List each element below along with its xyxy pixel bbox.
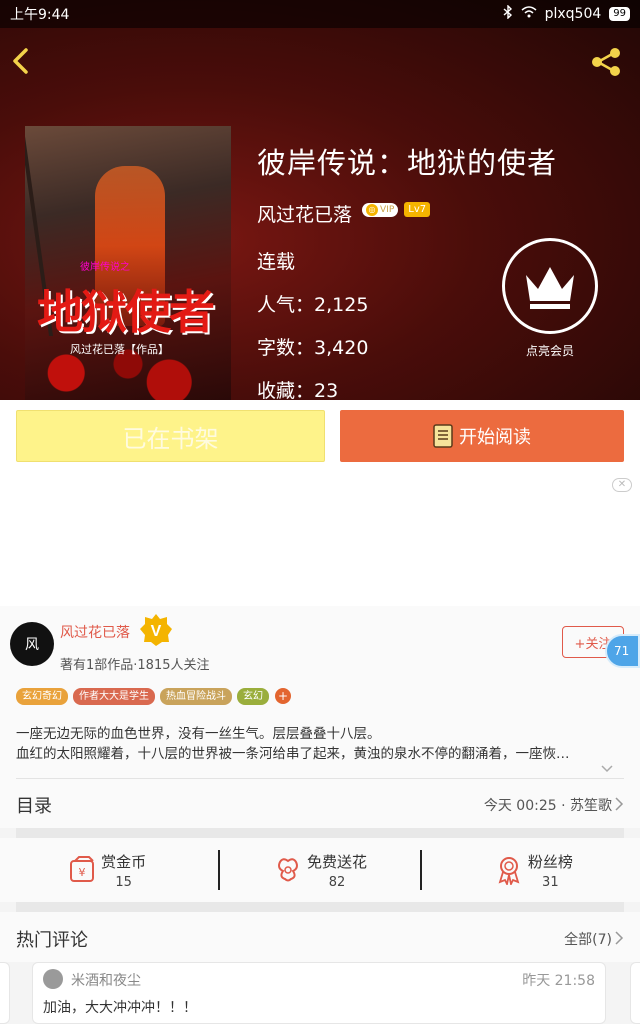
vip-label: VIP	[380, 204, 395, 215]
member-label: 点亮会员	[525, 344, 574, 358]
tag-item[interactable]: 玄幻奇幻	[16, 688, 68, 705]
comment-card-edge	[0, 962, 10, 1024]
intro-line: 一座无边无际的血色世界，没有一丝生气。层层叠叠十八层。	[16, 726, 381, 742]
table-of-contents-row[interactable]: 目录 今天 00:25 · 苏笙歌	[0, 780, 640, 828]
tag-item[interactable]: 玄幻	[237, 688, 269, 705]
network-name: plxq504	[544, 6, 602, 22]
add-tag-button[interactable]: +	[275, 688, 291, 704]
stats-row: ¥ 赏金币 15 免费送花 82 粉丝榜 31	[0, 838, 640, 902]
book-icon	[433, 424, 453, 448]
status-bar: 上午9:44 plxq504 99	[0, 0, 640, 28]
level-badge: Lv7	[404, 202, 431, 217]
ad-close-icon[interactable]: ✕	[612, 478, 632, 492]
share-icon	[592, 48, 620, 76]
favorites-label: 收藏：	[257, 380, 315, 400]
favorites-row: 收藏：23	[257, 376, 557, 400]
book-cover[interactable]: 彼岸传说之 地狱使者 风过花已落【作品】	[25, 126, 231, 400]
chevron-right-icon	[615, 931, 624, 945]
vip-badge: ◎ VIP	[362, 202, 399, 217]
tag-list: 玄幻奇幻 作者大大是学生 热血冒险战斗 玄幻 +	[16, 688, 291, 705]
medal-icon	[498, 857, 520, 885]
commenter-avatar[interactable]	[43, 969, 63, 989]
bluetooth-icon	[503, 4, 513, 23]
start-reading-button[interactable]: 开始阅读	[340, 410, 624, 462]
reward-coins-button[interactable]: ¥ 赏金币 15	[0, 838, 213, 902]
on-shelf-button[interactable]: 已在书架	[16, 410, 325, 462]
commenter-name[interactable]: 米酒和夜尘	[71, 970, 141, 990]
stat-value: 82	[328, 874, 346, 890]
comment-text: 加油，大大冲冲冲！！！	[43, 1000, 197, 1016]
favorites-value: 23	[314, 380, 339, 400]
divider	[16, 778, 624, 779]
intro-line: 血红的太阳照耀着，十八层的世界被一条河给串了起来，黄浊的泉水不停的翻涌着，一座恢…	[16, 746, 570, 762]
crown-ring	[502, 238, 598, 334]
author-card-name[interactable]: 风过花已落	[60, 622, 130, 642]
author-name[interactable]: 风过花已落	[257, 200, 352, 227]
ad-area: ✕	[0, 472, 640, 606]
start-reading-label: 开始阅读	[459, 427, 531, 448]
stat-label: 粉丝榜	[527, 852, 573, 871]
action-bar: 已在书架 开始阅读	[0, 400, 640, 472]
comment-time: 昨天 21:58	[522, 973, 595, 989]
popularity-value: 2,125	[314, 294, 369, 316]
author-avatar[interactable]: 风	[10, 622, 54, 666]
back-button[interactable]	[10, 44, 34, 78]
battery-icon: 99	[609, 7, 630, 21]
book-intro[interactable]: 一座无边无际的血色世界，没有一丝生气。层层叠叠十八层。 血红的太阳照耀着，十八层…	[16, 724, 616, 764]
stat-value: 31	[542, 874, 559, 890]
popularity-label: 人气：	[257, 294, 315, 316]
member-button[interactable]: 点亮会员	[502, 238, 598, 359]
author-row: 风过花已落 ◎ VIP Lv7	[257, 200, 557, 227]
cover-subtitle: 彼岸传说之	[80, 262, 130, 273]
hot-comments-header: 热门评论 全部(7)	[0, 912, 640, 962]
book-title: 彼岸传说：地狱的使者	[257, 146, 558, 180]
cover-author: 风过花已落【作品】	[70, 343, 169, 356]
section-separator	[16, 828, 624, 838]
fan-ranking-button[interactable]: 粉丝榜 31	[427, 838, 640, 902]
verified-badge-icon: V	[140, 614, 172, 646]
word-count-label: 字数：	[257, 337, 315, 359]
book-header: 上午9:44 plxq504 99 彼岸传说之 地狱使者 风过花已落【作品】 彼…	[0, 0, 640, 400]
svg-text:¥: ¥	[79, 866, 86, 879]
crown-icon	[526, 267, 574, 309]
stat-label: 免费送花	[306, 852, 367, 871]
verified-mark: V	[151, 623, 162, 640]
wifi-icon	[521, 6, 537, 22]
toc-latest-update: 今天 00:25 · 苏笙歌	[483, 798, 612, 814]
stat-divider	[218, 850, 220, 890]
send-flower-button[interactable]: 免费送花 82	[213, 838, 426, 902]
vip-icon: ◎	[366, 203, 379, 216]
chevron-left-icon	[13, 48, 28, 74]
floating-count-badge[interactable]: 71	[605, 634, 640, 668]
stat-label: 赏金币	[101, 852, 147, 871]
comment-card-edge	[630, 962, 640, 1024]
word-count-value: 3,420	[314, 337, 369, 359]
comment-card[interactable]: 米酒和夜尘 昨天 21:58 加油，大大冲冲冲！！！	[32, 962, 606, 1024]
toc-title: 目录	[16, 796, 52, 817]
coin-icon: ¥	[70, 856, 95, 882]
all-comments-link[interactable]: 全部(7)	[564, 929, 612, 949]
status-time: 上午9:44	[10, 7, 70, 23]
tag-item[interactable]: 作者大大是学生	[73, 688, 155, 705]
stat-divider	[420, 850, 422, 890]
stat-value: 15	[115, 874, 132, 890]
chevron-right-icon	[615, 797, 624, 811]
flower-icon	[278, 858, 298, 882]
section-separator	[16, 902, 624, 912]
share-button[interactable]	[590, 46, 622, 78]
tag-item[interactable]: 热血冒险战斗	[160, 688, 232, 705]
author-meta: 著有1部作品·1815人关注	[60, 658, 210, 673]
expand-chevron-icon[interactable]	[600, 764, 614, 774]
cover-title: 地狱使者	[37, 285, 215, 339]
hot-comments-title: 热门评论	[16, 930, 88, 951]
